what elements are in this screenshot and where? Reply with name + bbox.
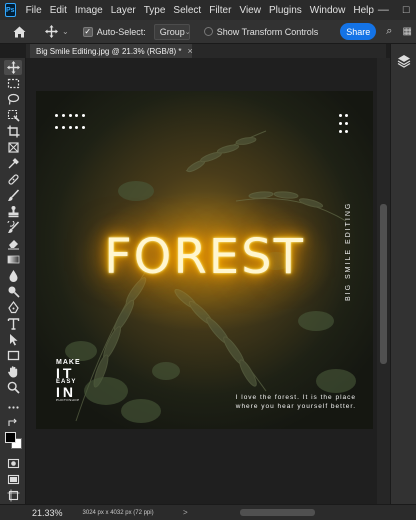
menu-help[interactable]: Help bbox=[349, 5, 378, 16]
layers-icon[interactable] bbox=[397, 54, 411, 68]
document-tab-bar: Big Smile Editing.jpg @ 21.3% (RGB/8) * … bbox=[26, 44, 386, 58]
quote-line-2: where you hear yourself better. bbox=[235, 403, 356, 410]
auto-select-label: Auto-Select: bbox=[96, 26, 146, 37]
menu-window[interactable]: Window bbox=[306, 5, 350, 16]
crop-tool-icon[interactable] bbox=[4, 124, 22, 139]
transform-controls-checkbox[interactable] bbox=[203, 27, 213, 36]
logo-line-4: IN bbox=[56, 384, 76, 400]
eraser-tool-icon[interactable] bbox=[4, 236, 22, 251]
auto-select-target-dropdown[interactable]: Group ⌄ bbox=[153, 23, 191, 40]
path-selection-tool-icon[interactable] bbox=[4, 332, 22, 347]
document-tab-title: Big Smile Editing.jpg @ 21.3% (RGB/8) * bbox=[36, 46, 182, 56]
swap-colors-icon[interactable] bbox=[4, 416, 22, 431]
marquee-tool-icon[interactable] bbox=[4, 76, 22, 91]
gradient-tool-icon[interactable] bbox=[4, 252, 22, 267]
minimize-button[interactable]: — bbox=[378, 4, 389, 16]
menu-edit[interactable]: Edit bbox=[46, 5, 71, 16]
artboard-icon[interactable] bbox=[4, 488, 22, 503]
share-button[interactable]: Share bbox=[340, 23, 377, 40]
pen-tool-icon[interactable] bbox=[4, 300, 22, 315]
options-bar: ⌄ ✓ Auto-Select: Group ⌄ Show Transform … bbox=[0, 20, 416, 44]
object-selection-tool-icon[interactable] bbox=[4, 108, 22, 123]
search-icon[interactable]: ⌕ bbox=[386, 25, 392, 38]
vertical-brand-text: BIG SMILE EDITING bbox=[345, 201, 352, 301]
auto-select-target-value: Group bbox=[159, 26, 185, 37]
chevron-down-icon: ⌄ bbox=[184, 28, 191, 36]
brush-tool-icon[interactable] bbox=[4, 188, 22, 203]
menu-filter[interactable]: Filter bbox=[205, 5, 235, 16]
hand-tool-icon[interactable] bbox=[4, 364, 22, 379]
vertical-scrollbar-thumb[interactable] bbox=[380, 204, 387, 364]
horizontal-scrollbar-thumb[interactable] bbox=[240, 509, 315, 516]
photoshop-logo: Ps bbox=[5, 3, 16, 17]
forest-quote: I love the forest. It is the place where… bbox=[196, 393, 356, 411]
menu-type[interactable]: Type bbox=[140, 5, 170, 16]
zoom-tool-icon[interactable] bbox=[4, 380, 22, 395]
menu-plugins[interactable]: Plugins bbox=[265, 5, 306, 16]
decorative-dots-left bbox=[55, 114, 89, 132]
auto-select-checkbox[interactable]: ✓ bbox=[82, 26, 93, 37]
maximize-button[interactable]: □ bbox=[403, 4, 410, 16]
transform-controls-label: Show Transform Controls bbox=[216, 26, 319, 37]
workspace-icon[interactable]: ▦ bbox=[402, 26, 411, 37]
vertical-scrollbar[interactable] bbox=[377, 58, 390, 504]
menu-image[interactable]: Image bbox=[71, 5, 107, 16]
menu-bar: Ps File Edit Image Layer Type Select Fil… bbox=[0, 0, 416, 20]
forest-neon-title: FOREST bbox=[104, 229, 305, 285]
history-brush-tool-icon[interactable] bbox=[4, 220, 22, 235]
quote-line-1: I love the forest. It is the place bbox=[235, 394, 356, 401]
screen-mode-icon[interactable] bbox=[4, 472, 22, 487]
move-tool-icon[interactable] bbox=[4, 60, 22, 75]
frame-tool-icon[interactable] bbox=[4, 140, 22, 155]
foreground-color-swatch[interactable] bbox=[5, 432, 16, 443]
status-bar: 21.33% 3024 px x 4032 px (72 ppi) > bbox=[0, 504, 416, 520]
make-it-easy-logo: MAKE IT EASY IN PHOTOSHOP bbox=[56, 359, 96, 402]
menu-file[interactable]: File bbox=[22, 5, 46, 16]
decorative-dots-right bbox=[339, 114, 351, 133]
logo-line-2: IT bbox=[56, 365, 75, 381]
logo-line-5: PHOTOSHOP bbox=[56, 398, 80, 402]
blur-tool-icon[interactable] bbox=[4, 268, 22, 283]
document-tab[interactable]: Big Smile Editing.jpg @ 21.3% (RGB/8) * … bbox=[30, 44, 193, 58]
clone-stamp-tool-icon[interactable] bbox=[4, 204, 22, 219]
zoom-level[interactable]: 21.33% bbox=[32, 508, 63, 518]
close-icon[interactable]: × bbox=[188, 46, 193, 56]
menu-layer[interactable]: Layer bbox=[107, 5, 140, 16]
chevron-down-icon[interactable]: ⌄ bbox=[62, 27, 69, 36]
rectangle-tool-icon[interactable] bbox=[4, 348, 22, 363]
dodge-tool-icon[interactable] bbox=[4, 284, 22, 299]
lasso-tool-icon[interactable] bbox=[4, 92, 22, 107]
type-tool-icon[interactable] bbox=[4, 316, 22, 331]
document-canvas[interactable]: FOREST BIG SMILE EDITING MAKE IT EASY IN… bbox=[36, 91, 373, 429]
more-tools-icon[interactable] bbox=[4, 400, 22, 415]
quick-mask-icon[interactable] bbox=[4, 456, 22, 471]
move-tool-preset-icon[interactable] bbox=[42, 23, 60, 41]
home-icon[interactable] bbox=[10, 23, 28, 41]
eyedropper-tool-icon[interactable] bbox=[4, 156, 22, 171]
menu-view[interactable]: View bbox=[235, 5, 265, 16]
document-dimensions: 3024 px x 4032 px (72 ppi) bbox=[82, 509, 154, 516]
tools-panel bbox=[0, 58, 26, 504]
healing-brush-tool-icon[interactable] bbox=[4, 172, 22, 187]
menu-select[interactable]: Select bbox=[169, 5, 205, 16]
right-panel-dock bbox=[390, 44, 416, 504]
status-menu-arrow[interactable]: > bbox=[183, 508, 188, 517]
window-controls: — □ ✕ bbox=[378, 4, 416, 17]
